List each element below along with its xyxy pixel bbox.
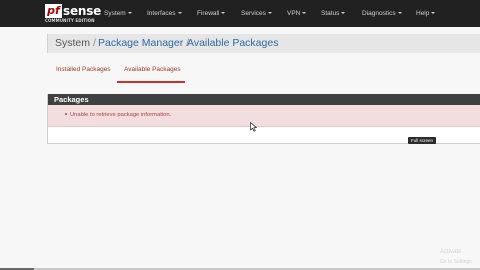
- activation-watermark-sub: Go to Settings: [440, 259, 472, 265]
- menu-label: Status: [321, 10, 340, 17]
- breadcrumb: System / Package Manager / Available Pac…: [47, 34, 480, 53]
- menu-status[interactable]: Status: [321, 0, 346, 27]
- caret-down-icon: [127, 12, 132, 15]
- caret-down-icon: [341, 12, 346, 15]
- caret-down-icon: [177, 12, 182, 15]
- caret-down-icon: [431, 12, 436, 15]
- menu-label: Firewall: [197, 10, 220, 17]
- menu-label: Services: [241, 10, 266, 17]
- menu-label: Interfaces: [147, 10, 176, 17]
- panel-heading: Packages: [48, 94, 480, 105]
- menu-vpn[interactable]: VPN: [287, 0, 307, 27]
- menu-label: Help: [416, 10, 430, 17]
- tab-available-packages[interactable]: Available Packages: [124, 66, 181, 73]
- breadcrumb-system: System /: [55, 34, 96, 53]
- menu-services[interactable]: Services: [241, 0, 272, 27]
- breadcrumb-separator: /: [92, 37, 96, 49]
- menu-diagnostics[interactable]: Diagnostics: [362, 0, 402, 27]
- error-message-text: Unable to retrieve package information.: [70, 112, 172, 118]
- caret-down-icon: [397, 12, 402, 15]
- full-screen-tooltip: Full screen: [408, 137, 437, 144]
- mouse-pointer-icon: [250, 122, 257, 132]
- bullet-icon: [65, 113, 67, 116]
- caret-down-icon: [221, 12, 226, 15]
- pfsense-logo[interactable]: pf sense COMMUNITY EDITION: [45, 4, 101, 23]
- logo-word: sense: [63, 4, 102, 18]
- menu-label: Diagnostics: [362, 10, 396, 17]
- menu-label: System: [104, 10, 126, 17]
- menu-interfaces[interactable]: Interfaces: [147, 0, 182, 27]
- caret-down-icon: [302, 12, 307, 15]
- alert-message: Unable to retrieve package information.: [65, 105, 171, 126]
- top-navbar: pf sense COMMUNITY EDITION System Interf…: [0, 0, 480, 27]
- breadcrumb-system-label: System: [55, 37, 91, 49]
- breadcrumb-package-manager-label: Package Manager: [98, 37, 184, 49]
- breadcrumb-package-manager[interactable]: Package Manager /: [98, 34, 189, 53]
- tab-installed-packages[interactable]: Installed Packages: [56, 66, 111, 73]
- activation-watermark: Activate: [440, 249, 462, 255]
- logo-edition: COMMUNITY EDITION: [45, 18, 95, 23]
- menu-help[interactable]: Help: [416, 0, 436, 27]
- menu-label: VPN: [287, 10, 301, 17]
- menu-system[interactable]: System: [104, 0, 132, 27]
- logo-mark: pf: [45, 4, 62, 18]
- panel-title: Packages: [54, 95, 89, 104]
- caret-down-icon: [267, 12, 272, 15]
- error-alert: Unable to retrieve package information.: [48, 105, 480, 127]
- breadcrumb-available-packages[interactable]: Available Packages: [187, 34, 278, 53]
- menu-firewall[interactable]: Firewall: [197, 0, 226, 27]
- active-tab-indicator: [117, 81, 185, 83]
